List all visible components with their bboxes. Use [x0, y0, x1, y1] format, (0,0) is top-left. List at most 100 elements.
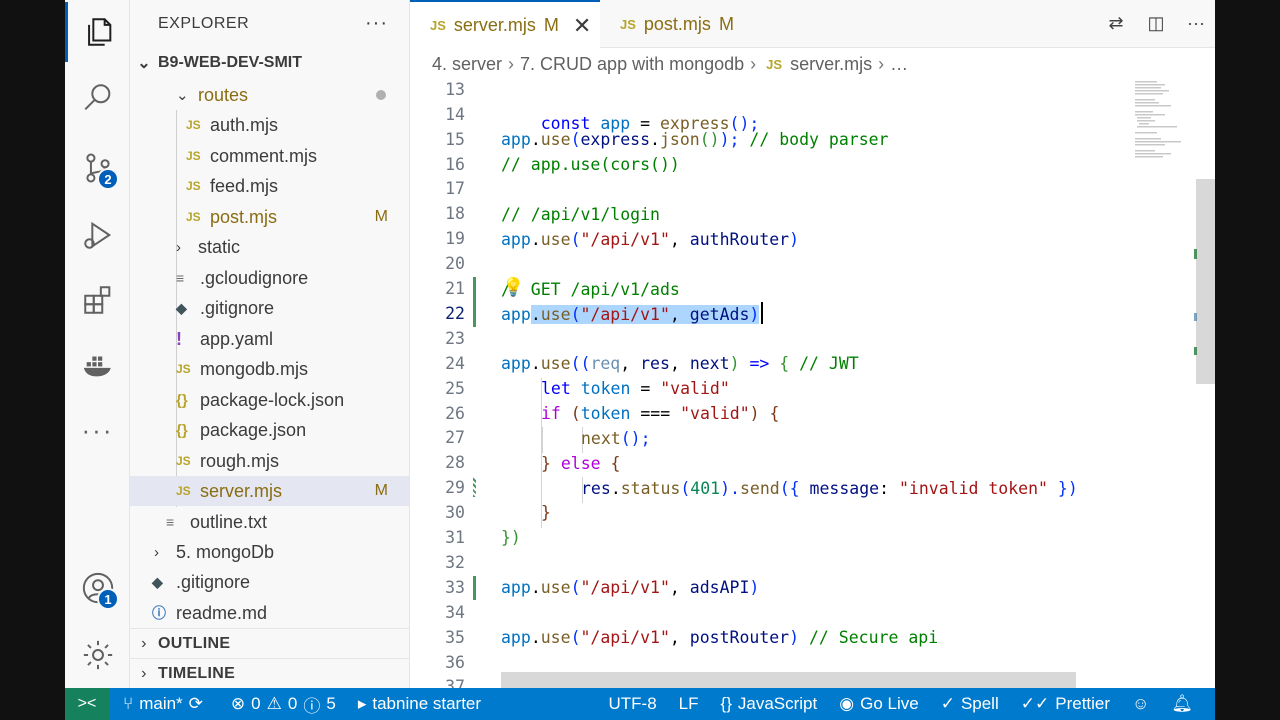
accounts-activity-button[interactable]: 1 — [65, 558, 130, 618]
language-indicator[interactable]: {} JavaScript — [721, 694, 818, 714]
root-folder[interactable]: ⌄ B9-WEB-DEV-SMIT — [130, 48, 409, 78]
compare-changes-icon[interactable]: ⇄ — [1105, 12, 1127, 34]
encoding-indicator[interactable]: UTF-8 — [609, 694, 657, 714]
activity-bar: 2 ··· 1 — [65, 0, 130, 688]
token: 401 — [690, 478, 721, 498]
prettier-indicator[interactable]: ✓✓ Prettier — [1021, 694, 1110, 714]
tree-item-package-lock[interactable]: {} package-lock.json — [130, 385, 409, 415]
notifications-button[interactable]: 🔔︎ — [1171, 694, 1193, 714]
manage-activity-button[interactable] — [65, 625, 130, 685]
breadcrumb-item[interactable]: 7. CRUD app with mongodb — [520, 54, 744, 75]
token: app — [501, 353, 531, 373]
tree-item-label: 5. mongoDb — [176, 541, 275, 562]
tree-item-label: readme.md — [176, 602, 268, 623]
tree-item-static[interactable]: › static — [130, 232, 409, 262]
run-debug-activity-button[interactable] — [65, 205, 130, 265]
remote-indicator[interactable]: >< — [65, 688, 109, 720]
close-icon[interactable]: ✕ — [573, 13, 591, 39]
token: . — [530, 577, 541, 597]
code-line: } — [541, 502, 551, 522]
token: message — [809, 478, 880, 498]
tree-item-app-yaml[interactable]: ! app.yaml — [130, 324, 409, 354]
outline-section[interactable]: › OUTLINE — [130, 628, 409, 658]
text-file-icon: ≡ — [176, 270, 185, 286]
docker-icon — [83, 356, 111, 377]
code-editor[interactable]: 13 14 15 16 17 18 19 20 21 22 23 24 25 26 27 28 29 30 31 32… — [410, 79, 1215, 688]
sync-icon[interactable]: ⟳ — [189, 694, 203, 714]
horizontal-scrollbar[interactable] — [501, 672, 1076, 688]
chevron-right-icon: › — [141, 664, 147, 682]
spell-indicator[interactable]: ✓ Spell — [941, 694, 999, 714]
tabnine-label: tabnine starter — [372, 694, 482, 713]
tree-item-package-json[interactable]: {} package.json — [130, 415, 409, 445]
code-line: let token = "valid" — [410, 376, 1135, 401]
docker-activity-button[interactable] — [65, 335, 130, 395]
tree-item-mongodb-folder[interactable]: › 5. mongoDb — [130, 537, 409, 567]
extensions-activity-button[interactable] — [65, 270, 130, 330]
branch-indicator[interactable]: ⑂ main* ⟳ — [123, 694, 203, 714]
encoding-label: UTF-8 — [608, 694, 657, 713]
token: ( — [570, 129, 581, 149]
feedback-button[interactable]: ☺ — [1132, 694, 1149, 714]
error-icon: ⊗ — [230, 694, 246, 713]
source-control-activity-button[interactable]: 2 — [65, 138, 130, 198]
tree-item-outline-txt[interactable]: ≡ outline.txt — [130, 507, 409, 537]
tree-item-readme[interactable]: ⓘ readme.md — [130, 598, 409, 628]
token: token — [580, 403, 631, 423]
branch-name: main* — [139, 694, 183, 713]
token: json — [659, 129, 700, 149]
breadcrumb-item[interactable]: server.mjs — [790, 54, 872, 75]
token: ({ — [779, 478, 810, 498]
tree-item-routes[interactable]: ⌄ routes — [130, 80, 409, 110]
tree-item-mongodb[interactable]: JS mongodb.mjs — [130, 354, 409, 384]
tab-post-mjs[interactable]: JS post.mjs M — [600, 0, 750, 48]
tree-item-feed[interactable]: JS feed.mjs — [130, 171, 409, 201]
go-live-label: Go Live — [860, 694, 919, 713]
yaml-file-icon: ! — [176, 328, 182, 349]
tree-item-rough[interactable]: JS rough.mjs — [130, 446, 409, 476]
tabnine-icon: ▸ — [357, 694, 367, 713]
token: = — [630, 378, 661, 398]
tabnine-indicator[interactable]: ▸ tabnine starter — [358, 694, 481, 714]
vertical-scrollbar[interactable] — [1196, 179, 1215, 384]
breadcrumb-item[interactable]: … — [890, 54, 908, 75]
token: . — [530, 129, 541, 149]
tab-server-mjs[interactable]: JS server.mjs M ✕ — [410, 0, 600, 49]
token: ); — [719, 129, 740, 149]
run-debug-icon — [83, 221, 111, 249]
problems-indicator[interactable]: ⊗ 0 ⚠ 0 ⓘ 5 — [231, 692, 336, 717]
remote-icon: >< — [77, 695, 97, 712]
token: res — [581, 478, 611, 498]
timeline-section[interactable]: › TIMELINE — [130, 658, 409, 688]
tree-item-auth[interactable]: JS auth.mjs — [130, 110, 409, 140]
tree-item-gitignore[interactable]: ◆ .gitignore — [130, 293, 409, 323]
tree-item-root-gitignore[interactable]: ◆ .gitignore — [130, 567, 409, 597]
minimap[interactable] — [1132, 79, 1197, 688]
tree-item-post[interactable]: JS post.mjs M — [130, 202, 409, 232]
tree-item-label: comment.mjs — [210, 145, 318, 166]
search-activity-button[interactable] — [65, 68, 130, 128]
token: () — [699, 129, 720, 149]
git-file-icon: ◆ — [176, 299, 187, 316]
tree-item-label: static — [198, 236, 241, 257]
more-actions-icon[interactable]: ··· — [1185, 12, 1207, 34]
tree-item-gcloudignore[interactable]: ≡ .gcloudignore — [130, 263, 409, 293]
js-file-icon: JS — [186, 118, 201, 132]
broadcast-icon: ◉ — [839, 694, 855, 713]
token: use — [540, 129, 571, 149]
split-editor-icon[interactable]: ◫ — [1145, 12, 1167, 34]
eol-indicator[interactable]: LF — [679, 694, 699, 714]
line-number-label: 17 — [445, 179, 465, 199]
tree-item-comment[interactable]: JS comment.mjs — [130, 141, 409, 171]
lightbulb-icon[interactable]: 💡 — [502, 277, 524, 298]
breadcrumb-item[interactable]: 4. server — [432, 54, 502, 75]
braces-icon: {} — [720, 694, 732, 713]
tree-item-server[interactable]: JS server.mjs M — [130, 476, 409, 506]
more-activity-button[interactable]: ··· — [65, 400, 130, 460]
tab-modified-status: M — [718, 13, 734, 34]
go-live-button[interactable]: ◉ Go Live — [839, 694, 918, 714]
explorer-activity-button[interactable] — [65, 2, 130, 62]
explorer-more-button[interactable]: ··· — [365, 12, 388, 35]
chevron-right-icon: › — [141, 634, 147, 652]
line-number-label: 23 — [445, 328, 465, 348]
